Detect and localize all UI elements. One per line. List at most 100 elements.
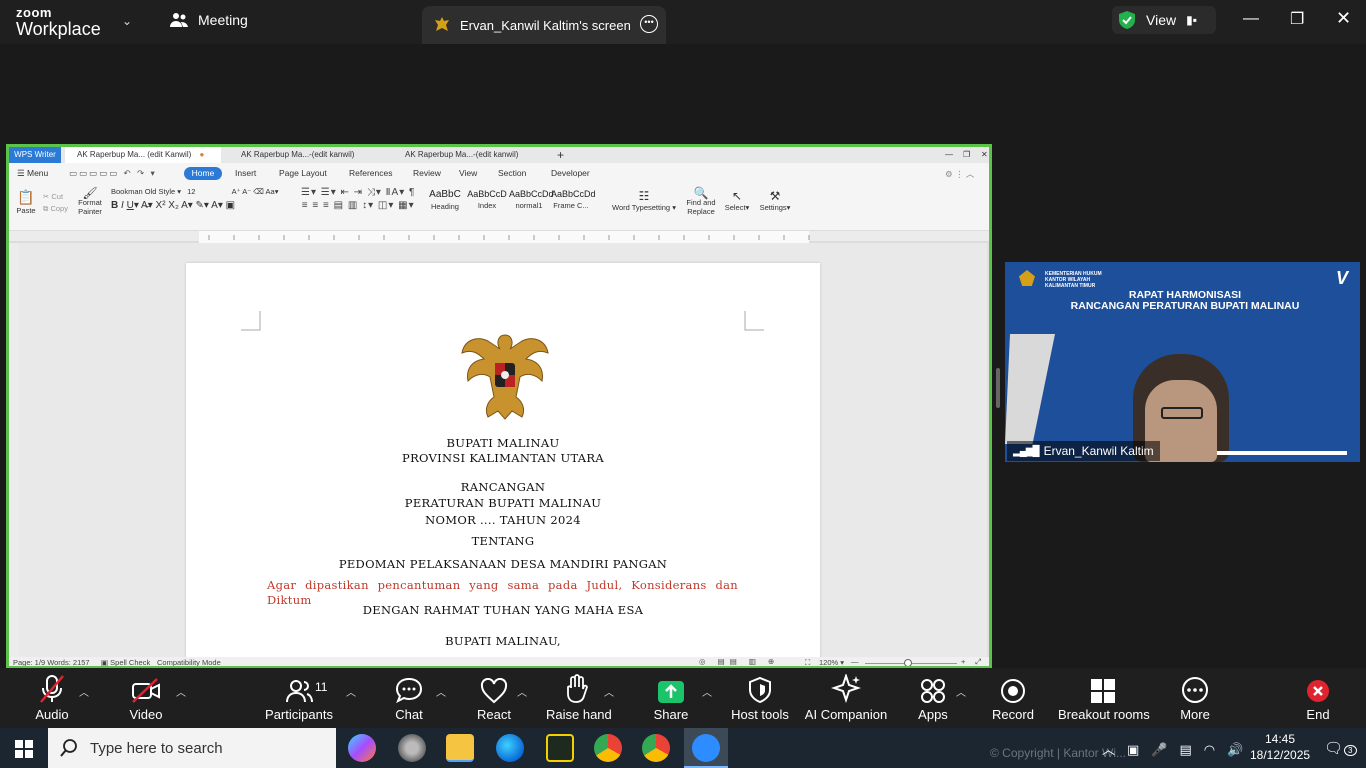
list-indent-icons[interactable]: ☰▾ ☰▾ ⇤ ⇥ ⤨▾ ⅡA▾ ¶: [301, 187, 415, 198]
alignment-icons[interactable]: ≡ ≡ ≡ ▤ ▥ ↕▾ ◫▾ ▦▾: [301, 200, 415, 211]
style-normal1[interactable]: AaBbCcDd normal1: [509, 189, 554, 210]
host-tools-button[interactable]: Host tools: [730, 668, 790, 728]
tab-insert[interactable]: Insert: [235, 168, 256, 178]
tab-view[interactable]: View: [459, 168, 477, 178]
vertical-scrollbar[interactable]: [987, 243, 989, 657]
word-typesetting-button[interactable]: ☷ Word Typesetting ▾: [609, 189, 679, 212]
zoom-fit-icon[interactable]: ⛶: [805, 658, 810, 666]
tab-home[interactable]: Home: [184, 167, 222, 180]
more-button[interactable]: More: [1176, 668, 1214, 728]
system-tray-icons[interactable]: ︿▣🎤▤◠🔊: [1102, 739, 1255, 758]
shared-screen-tab[interactable]: Ervan_Kanwil Kaltim's screen •••: [422, 6, 666, 44]
zoom-top-bar: zoom Workplace ⌄ Meeting Ervan_Kanwil Ka…: [0, 0, 1366, 44]
document-canvas[interactable]: BUPATI MALINAU PROVINSI KALIMANTAN UTARA…: [19, 243, 987, 657]
chrome-profile-icon[interactable]: [642, 734, 670, 762]
video-options-caret[interactable]: ︿: [176, 684, 186, 699]
raise-hand-button[interactable]: Raise hand: [546, 668, 612, 728]
zoom-in-icon[interactable]: +: [961, 657, 965, 666]
chevron-down-icon[interactable]: ⌄: [122, 14, 132, 28]
doc-tab-3[interactable]: AK Raperbup Ma...-(edit kanwil): [393, 147, 553, 163]
share-options-caret[interactable]: ︿: [702, 684, 712, 699]
apps-button[interactable]: Apps: [914, 668, 952, 728]
windows-start-icon[interactable]: [15, 740, 33, 758]
zoom-out-icon[interactable]: —: [851, 657, 859, 666]
select-button[interactable]: ↖ Select▾: [721, 189, 753, 212]
doc-line-nomor: NOMOR .... TAHUN 2024: [425, 513, 581, 527]
chrome-icon[interactable]: [594, 734, 622, 762]
fullscreen-icon[interactable]: ⤢: [975, 657, 981, 666]
meeting-tab[interactable]: Meeting: [170, 12, 248, 28]
record-button[interactable]: Record: [990, 668, 1036, 728]
paragraph-controls[interactable]: ☰▾ ☰▾ ⇤ ⇥ ⤨▾ ⅡA▾ ¶ ≡ ≡ ≡ ▤ ▥ ↕▾ ◫▾ ▦▾: [301, 187, 415, 211]
wps-close-icon[interactable]: ✕: [981, 147, 988, 163]
cut-button[interactable]: ✂ Cut: [43, 191, 68, 203]
copy-button[interactable]: ⧉ Copy: [43, 203, 68, 215]
quick-access-icons[interactable]: ▭▭▭▭▭ ↶ ↷ ▾: [69, 168, 157, 179]
participants-button[interactable]: 11 Participants: [264, 668, 334, 728]
document-page[interactable]: BUPATI MALINAU PROVINSI KALIMANTAN UTARA…: [186, 263, 820, 657]
ai-companion-button[interactable]: AI Companion: [804, 668, 888, 728]
zoom-slider-thumb[interactable]: [904, 659, 912, 666]
tab-page-layout[interactable]: Page Layout: [279, 168, 327, 178]
participant-video-tile[interactable]: KEMENTERIAN HUKUM KANTOR WILAYAH KALIMAN…: [1005, 262, 1360, 462]
doc-tab-2-label: AK Raperbup Ma...-(edit kanwil): [241, 150, 355, 159]
split-resize-handle[interactable]: [996, 368, 1000, 408]
doc-tab-1[interactable]: AK Raperbup Ma... (edit Kanwil) ●: [65, 147, 221, 163]
breakout-rooms-label: Breakout rooms: [1058, 707, 1150, 722]
zoom-level[interactable]: 120% ▾: [819, 658, 844, 666]
app-disc-icon[interactable]: [398, 734, 426, 762]
minimize-icon[interactable]: —: [1243, 10, 1259, 28]
view-button[interactable]: View ▮▪: [1112, 6, 1216, 34]
spell-check-label: Spell Check: [110, 658, 151, 667]
more-options-icon[interactable]: •••: [640, 15, 658, 33]
video-button[interactable]: Video: [122, 668, 170, 728]
end-button[interactable]: End: [1300, 668, 1336, 728]
spell-check-button[interactable]: ▣ Spell Check: [101, 658, 151, 667]
share-button[interactable]: Share: [651, 668, 691, 728]
sticky-notes-icon[interactable]: [546, 734, 574, 762]
tab-section[interactable]: Section: [498, 168, 526, 178]
apps-options-caret[interactable]: ︿: [956, 684, 966, 699]
audio-options-caret[interactable]: ︿: [79, 684, 89, 699]
font-grow-shrink-icons[interactable]: A⁺ A⁻ ⌫ Aa▾: [232, 187, 279, 196]
find-replace-button[interactable]: 🔍 Find and Replace: [683, 187, 719, 216]
wps-minimize-icon[interactable]: —: [945, 147, 953, 163]
chat-button[interactable]: Chat: [388, 668, 430, 728]
doc-tab-2[interactable]: AK Raperbup Ma...-(edit kanwil): [229, 147, 389, 163]
taskbar-search-box[interactable]: Type here to search: [48, 728, 336, 768]
ribbon-settings-icon[interactable]: ⚙ ⋮ ︿: [945, 168, 974, 180]
paste-button[interactable]: 📋 Paste: [13, 189, 39, 215]
raise-hand-options-caret[interactable]: ︿: [604, 684, 614, 699]
wps-restore-icon[interactable]: ❐: [963, 147, 970, 163]
file-explorer-icon[interactable]: [446, 734, 474, 762]
tab-review[interactable]: Review: [413, 168, 441, 178]
style-heading[interactable]: AaBbC Heading: [425, 189, 465, 211]
restore-icon[interactable]: ❐: [1290, 9, 1304, 29]
close-icon[interactable]: ✕: [1336, 8, 1351, 29]
font-size-select[interactable]: 12: [187, 187, 195, 196]
chat-options-caret[interactable]: ︿: [436, 684, 446, 699]
tab-references[interactable]: References: [349, 168, 392, 178]
wps-writer-tab[interactable]: WPS Writer: [9, 147, 61, 163]
menu-button[interactable]: ☰ Menu: [17, 168, 48, 179]
edge-icon[interactable]: [496, 734, 524, 762]
audio-button[interactable]: Audio: [28, 668, 76, 728]
tab-developer[interactable]: Developer: [551, 168, 590, 178]
react-options-caret[interactable]: ︿: [517, 684, 527, 699]
style-frame[interactable]: AaBbCcDd Frame C...: [551, 189, 596, 210]
new-tab-icon[interactable]: +: [553, 147, 564, 163]
react-button[interactable]: React: [472, 668, 516, 728]
format-painter-button[interactable]: 🖌 Format Painter: [73, 187, 107, 216]
taskbar-clock[interactable]: 14:45 18/12/2025: [1250, 731, 1310, 763]
participants-options-caret[interactable]: ︿: [346, 684, 356, 699]
breakout-rooms-button[interactable]: Breakout rooms: [1058, 668, 1150, 728]
notifications-icon[interactable]: 🗨 3: [1324, 739, 1357, 757]
style-index[interactable]: AaBbCcD Index: [467, 189, 507, 210]
zoom-taskbar-button[interactable]: [684, 728, 728, 768]
copilot-icon[interactable]: [348, 734, 376, 762]
view-mode-icons[interactable]: ◎ ▤▤ ▥ ⊕: [699, 657, 779, 666]
font-format-buttons[interactable]: B I U▾ A̶▾ X² X₂ A▾ ✎▾ A▾ ▣: [111, 200, 278, 211]
font-name-select[interactable]: Bookman Old Style: [111, 187, 175, 196]
zoom-logo[interactable]: zoom Workplace: [16, 6, 101, 38]
settings-button[interactable]: ⚒ Settings▾: [757, 189, 793, 212]
